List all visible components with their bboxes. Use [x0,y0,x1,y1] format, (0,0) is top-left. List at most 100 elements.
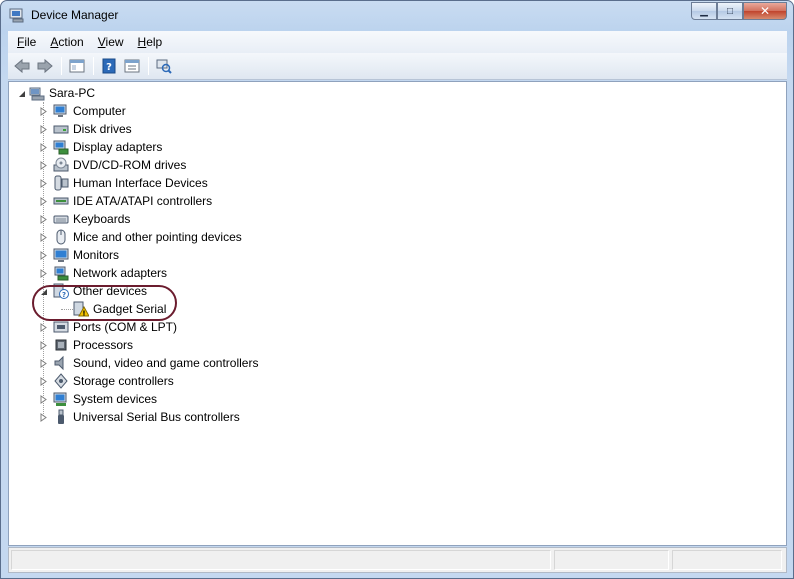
system-devices-icon [53,392,67,406]
tree-node-label: Monitors [73,248,120,262]
expand-triangle-icon[interactable] [39,179,48,188]
tree-node-label: Computer [73,104,126,118]
expand-triangle-icon[interactable] [39,377,48,386]
tree-node-category[interactable]: Disk drives [39,120,132,138]
computer-root-icon [29,87,45,101]
tree-node-label: Network adapters [73,266,168,280]
scan-hardware-icon [156,59,172,74]
hid-icon [54,175,69,191]
forward-button[interactable] [34,55,56,77]
expand-triangle-icon[interactable] [39,107,48,116]
tree-node-label: Universal Serial Bus controllers [73,410,240,424]
menu-bar: File Action View Help [8,31,787,53]
tree-node-label: Storage controllers [73,374,174,388]
expand-triangle-icon[interactable] [39,215,48,224]
close-icon: ✕ [759,4,771,18]
tree-node-label: DVD/CD-ROM drives [73,158,187,172]
dvd-drive-icon [53,157,69,172]
expand-triangle-icon[interactable] [39,359,48,368]
svg-text:?: ? [106,62,112,73]
tree-node-category[interactable]: Human Interface Devices [39,174,208,192]
storage-controller-icon [54,373,68,389]
maximize-button[interactable]: □ [717,2,743,20]
tree-node-category[interactable]: Keyboards [39,210,130,228]
show-hide-console-tree-icon [69,59,85,73]
mouse-icon [56,229,66,245]
expand-triangle-icon[interactable] [39,323,48,332]
expand-triangle-icon[interactable] [39,251,48,260]
toolbar-separator [93,57,94,75]
forward-icon [37,58,53,74]
highlight-ring [32,285,177,321]
tree-node-label: Ports (COM & LPT) [73,320,178,334]
expand-triangle-icon[interactable] [39,233,48,242]
expand-triangle-icon[interactable] [39,413,48,422]
tree-node-label: Disk drives [73,122,132,136]
status-pane [554,550,669,570]
caption-buttons: ▁ □ ✕ [691,2,787,20]
device-tree-view[interactable]: Sara-PC Computer Disk drives Display adapte… [8,81,787,546]
tree-node-category[interactable]: Processors [39,336,133,354]
expand-triangle-icon[interactable] [39,395,48,404]
expand-triangle-icon[interactable] [39,197,48,206]
toolbar-separator [61,57,62,75]
tree-node-category[interactable]: Monitors [39,246,119,264]
tree-node-label: Mice and other pointing devices [73,230,242,244]
tree-node-category[interactable]: Network adapters [39,264,167,282]
scan-hardware-button[interactable] [153,55,175,77]
tree-node-category[interactable]: Computer [39,102,126,120]
close-button[interactable]: ✕ [743,2,787,20]
collapse-triangle-icon[interactable] [17,89,26,98]
status-pane [11,550,551,570]
back-button[interactable] [11,55,33,77]
keyboard-icon [53,215,69,224]
minimize-button[interactable]: ▁ [691,2,717,20]
menu-help[interactable]: Help [132,32,169,52]
tree-node-label: Processors [73,338,134,352]
tree-node-label: Display adapters [73,140,163,154]
toolbar-separator [148,57,149,75]
window-title: Device Manager [31,8,119,22]
tree-node-root[interactable]: Sara-PC [17,84,95,102]
title-bar[interactable]: Device Manager ▁ □ ✕ [1,1,793,30]
toolbar: ? [8,53,787,80]
tree-node-category[interactable]: IDE ATA/ATAPI controllers [39,192,212,210]
status-bar [8,547,787,573]
network-adapter-icon [54,266,69,281]
tree-node-category[interactable]: Mice and other pointing devices [39,228,242,246]
tree-node-category[interactable]: System devices [39,390,157,408]
ide-controller-icon [53,197,69,205]
menu-action[interactable]: Action [44,32,89,52]
tree-node-label: Human Interface Devices [73,176,208,190]
properties-icon [124,59,140,73]
disk-drive-icon [53,125,69,134]
show-hide-console-tree-button[interactable] [66,55,88,77]
tree-node-category[interactable]: DVD/CD-ROM drives [39,156,186,174]
expand-triangle-icon[interactable] [39,341,48,350]
tree-node-category[interactable]: Universal Serial Bus controllers [39,408,240,426]
processor-icon [55,339,67,351]
tree-node-label: Keyboards [73,212,131,226]
port-icon [53,321,69,333]
expand-triangle-icon[interactable] [39,125,48,134]
computer-icon [53,104,67,117]
display-adapter-icon [53,140,69,155]
expand-triangle-icon[interactable] [39,161,48,170]
maximize-icon: □ [726,5,734,17]
usb-icon [58,409,64,424]
monitor-icon [53,248,69,262]
expand-triangle-icon[interactable] [39,143,48,152]
properties-button[interactable] [121,55,143,77]
menu-view[interactable]: View [92,32,130,52]
device-manager-window: Device Manager ▁ □ ✕ File Action View He… [0,0,794,579]
tree-node-category[interactable]: Storage controllers [39,372,174,390]
expand-triangle-icon[interactable] [39,269,48,278]
tree-node-label: Sara-PC [49,86,96,100]
tree-node-label: Sound, video and game controllers [73,356,259,370]
tree-node-label: System devices [73,392,158,406]
help-button[interactable]: ? [98,55,120,77]
tree-node-category[interactable]: Display adapters [39,138,162,156]
device-manager-icon [9,8,24,23]
menu-file[interactable]: File [11,32,42,52]
tree-node-category[interactable]: Sound, video and game controllers [39,354,258,372]
